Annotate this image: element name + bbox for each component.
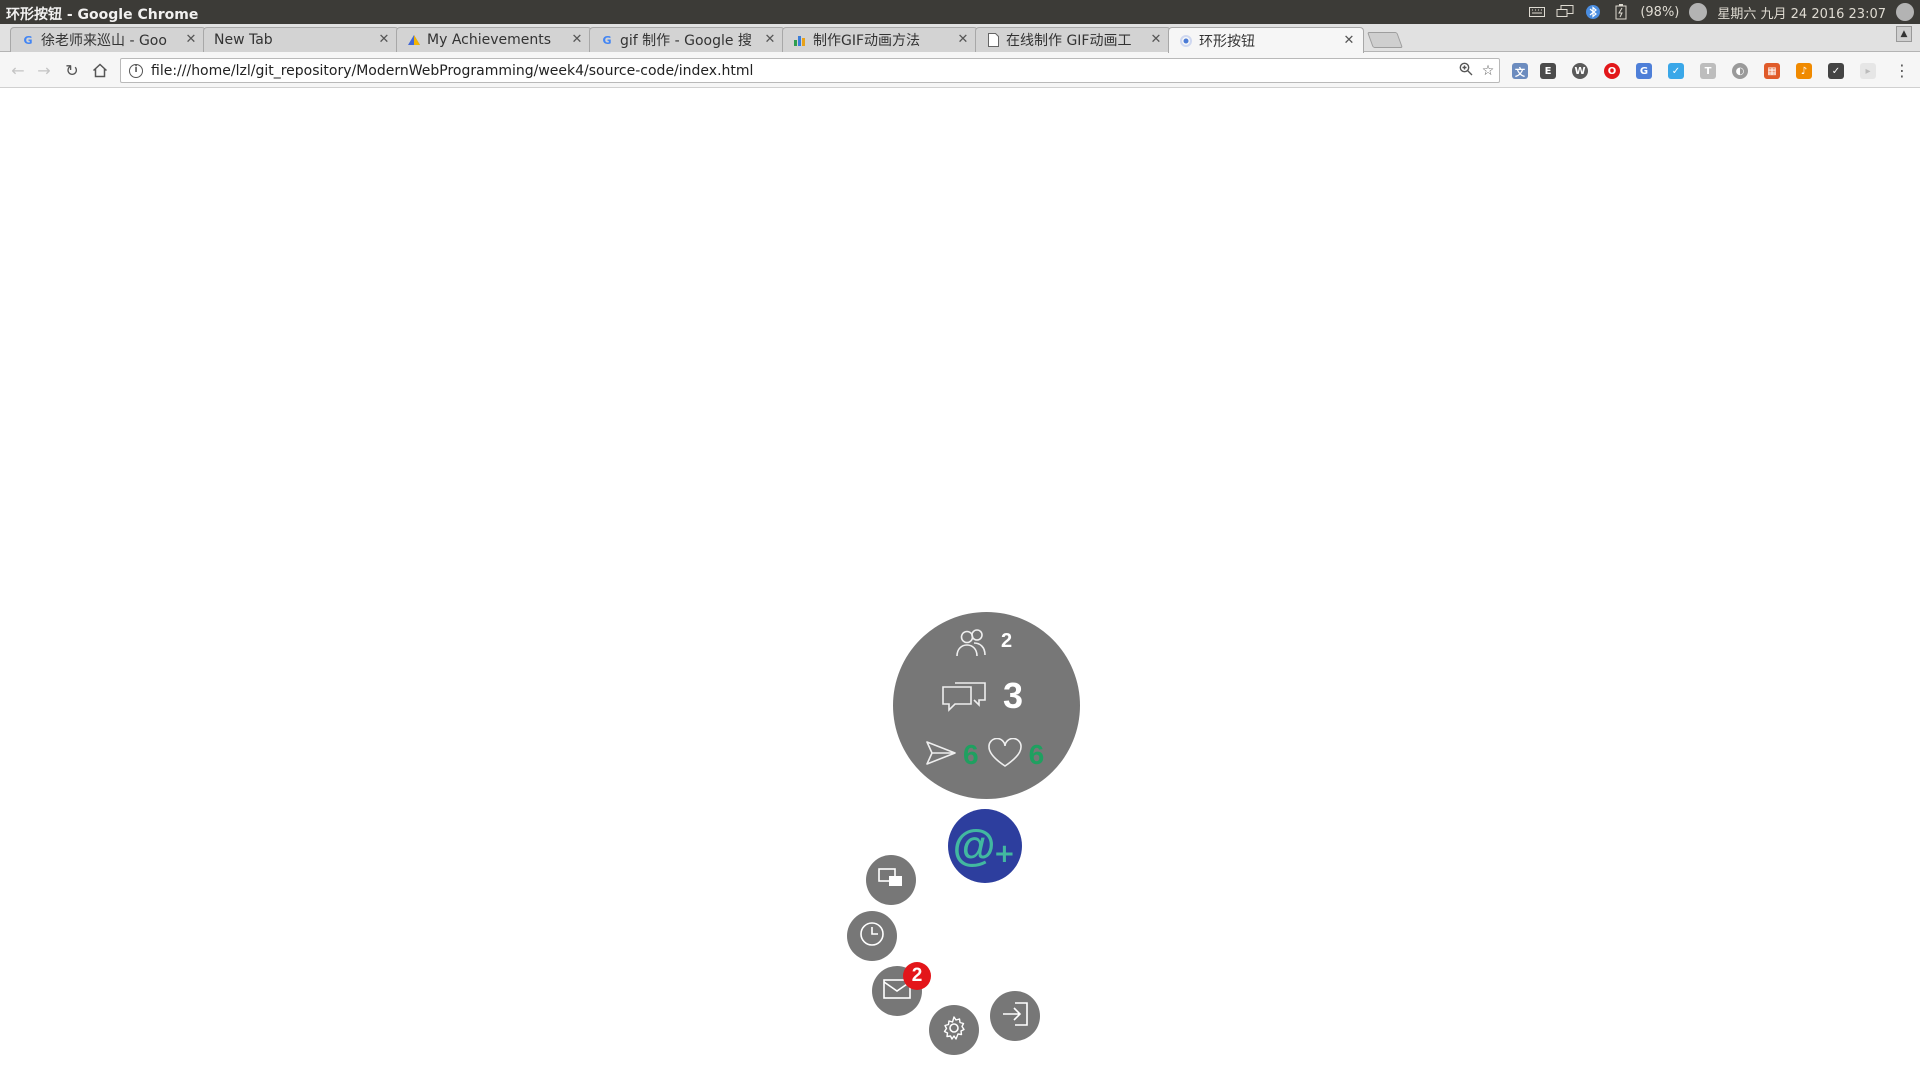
- tab-title: 制作GIF动画方法: [813, 33, 921, 49]
- messages-row: 3: [941, 675, 1023, 718]
- gear-icon: [940, 1014, 968, 1046]
- multi-window-button[interactable]: [866, 855, 916, 905]
- new-tab-button[interactable]: [1367, 32, 1403, 48]
- power-icon[interactable]: [1896, 3, 1914, 21]
- messages-count: 3: [1003, 675, 1024, 716]
- extension-opera-icon[interactable]: O: [1604, 63, 1620, 79]
- tab[interactable]: New Tab ✕: [203, 27, 399, 52]
- page-icon: [986, 33, 1000, 47]
- battery-percent: (98%): [1640, 4, 1680, 20]
- extension-bluebird-icon[interactable]: ✓: [1668, 63, 1684, 79]
- tab-title: 在线制作 GIF动画工: [1006, 33, 1132, 49]
- tab-title: My Achievements: [427, 32, 552, 48]
- users-row: 2: [955, 628, 1012, 662]
- close-icon[interactable]: ✕: [569, 32, 585, 48]
- extension-music-icon[interactable]: ♪: [1796, 63, 1812, 79]
- clock-icon: [858, 920, 886, 952]
- tab-strip: G 徐老师来巡山 - Goo ✕ New Tab ✕ My Achievemen…: [0, 24, 1920, 53]
- address-bar[interactable]: i file:///home/lzl/git_repository/Modern…: [120, 58, 1500, 83]
- history-button[interactable]: [847, 911, 897, 961]
- system-tray: (98%) 星期六 九月 24 2016 23:07: [1528, 0, 1920, 24]
- tab[interactable]: 制作GIF动画方法 ✕: [782, 27, 978, 52]
- users-count: 2: [1001, 629, 1013, 652]
- activity-row: 6 6: [925, 737, 1045, 772]
- logout-button[interactable]: [990, 991, 1040, 1041]
- sent-count: 6: [963, 739, 979, 770]
- tab-active[interactable]: 环形按钮 ✕: [1168, 27, 1364, 53]
- close-icon[interactable]: ✕: [762, 32, 778, 48]
- at-symbol: @: [952, 821, 996, 870]
- extension-pocket-icon[interactable]: ✓: [1828, 63, 1844, 79]
- keyboard-icon[interactable]: [1528, 4, 1546, 20]
- extension-flag-icon[interactable]: ▸: [1860, 63, 1876, 79]
- main-ring-button[interactable]: @ +: [948, 809, 1022, 883]
- tab[interactable]: G 徐老师来巡山 - Goo ✕: [10, 27, 206, 52]
- chrome-menu-icon[interactable]: ⋮: [1890, 58, 1914, 82]
- extension-calendar-icon[interactable]: ▦: [1764, 63, 1780, 79]
- tab[interactable]: G gif 制作 - Google 搜 ✕: [589, 27, 785, 52]
- forward-icon[interactable]: →: [32, 58, 56, 82]
- close-icon[interactable]: ✕: [183, 32, 199, 48]
- extension-translate-icon[interactable]: 文: [1512, 63, 1528, 79]
- user-status-icon[interactable]: [1689, 3, 1708, 21]
- google-icon: G: [23, 33, 33, 47]
- users-icon: [955, 628, 989, 662]
- back-icon[interactable]: ←: [6, 58, 30, 82]
- chart-icon: [793, 33, 807, 47]
- extension-t-icon[interactable]: T: [1700, 63, 1716, 79]
- tab-title: 环形按钮: [1199, 33, 1255, 50]
- page-content: [0, 89, 1920, 1080]
- url-text[interactable]: file:///home/lzl/git_repository/ModernWe…: [151, 63, 1455, 79]
- battery-icon[interactable]: [1612, 4, 1630, 20]
- send-icon: [925, 739, 957, 771]
- stats-circle[interactable]: 2 3 6 6: [893, 612, 1080, 799]
- tab-title: gif 制作 - Google 搜: [620, 33, 752, 49]
- windows-icon: [878, 867, 904, 893]
- home-icon[interactable]: [88, 58, 112, 82]
- heart-icon: [987, 737, 1023, 772]
- close-icon[interactable]: ✕: [955, 32, 971, 48]
- network-icon[interactable]: [1556, 4, 1574, 20]
- clock[interactable]: 星期六 九月 24 2016 23:07: [1717, 3, 1886, 22]
- tab[interactable]: My Achievements ✕: [396, 27, 592, 52]
- reload-icon[interactable]: ↻: [60, 58, 84, 82]
- extension-wordpress-icon[interactable]: W: [1572, 63, 1588, 79]
- extension-compass-icon[interactable]: ◐: [1732, 63, 1748, 79]
- bluetooth-icon[interactable]: [1584, 4, 1602, 20]
- google-icon: G: [602, 33, 612, 47]
- bookmark-star-icon[interactable]: ☆: [1477, 63, 1499, 79]
- tab-title: 徐老师来巡山 - Goo: [41, 33, 167, 49]
- plus-symbol: +: [993, 839, 1016, 869]
- likes-count: 6: [1028, 739, 1045, 770]
- close-icon[interactable]: ✕: [376, 32, 392, 48]
- window-title: 环形按钮 - Google Chrome: [6, 7, 199, 23]
- close-icon[interactable]: ✕: [1341, 33, 1357, 49]
- close-icon[interactable]: ✕: [1148, 32, 1164, 48]
- settings-button[interactable]: [929, 1005, 979, 1055]
- loading-icon: [1179, 34, 1193, 48]
- tab-title: New Tab: [214, 32, 273, 48]
- os-top-panel: 环形按钮 - Google Chrome (98%) 星期六 九月 24 201…: [0, 0, 1920, 24]
- browser-toolbar: ← → ↻ i file:///home/lzl/git_repository/…: [0, 52, 1920, 88]
- sign-in-icon: [1001, 1001, 1029, 1031]
- mail-badge: 2: [903, 962, 931, 990]
- window-menu-icon[interactable]: ▲: [1896, 26, 1912, 42]
- info-icon[interactable]: i: [129, 63, 143, 78]
- achievement-icon: [407, 33, 421, 47]
- extension-google-translate-icon[interactable]: G: [1636, 63, 1652, 79]
- tab[interactable]: 在线制作 GIF动画工 ✕: [975, 27, 1171, 52]
- chat-icon: [941, 680, 987, 718]
- zoom-icon[interactable]: [1455, 62, 1477, 80]
- extension-evernote-icon[interactable]: E: [1540, 63, 1556, 79]
